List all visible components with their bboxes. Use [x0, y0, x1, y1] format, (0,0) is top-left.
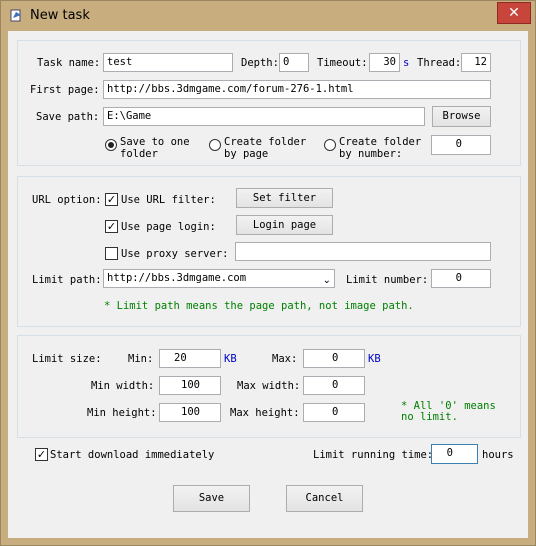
task-name-input[interactable]: test — [103, 53, 233, 72]
max-size-input[interactable]: 0 — [303, 349, 365, 368]
min-size-input[interactable]: 20 — [159, 349, 221, 368]
min-width-input[interactable]: 100 — [159, 376, 221, 395]
limit-size-label: Limit size: — [32, 353, 102, 365]
max-height-input[interactable]: 0 — [303, 403, 365, 422]
title-bar[interactable]: New task ✕ — [1, 1, 535, 31]
task-name-label: Task name: — [37, 57, 101, 69]
max-size-unit: KB — [368, 353, 381, 365]
url-option-label: URL option: — [32, 194, 102, 206]
chevron-down-icon[interactable]: ⌄ — [323, 272, 331, 287]
limit-path-dropdown[interactable]: http://bbs.3dmgame.com ⌄ — [103, 269, 335, 288]
max-width-label: Max width: — [237, 380, 301, 392]
max-size-label: Max: — [272, 353, 298, 365]
folder-number-input[interactable]: 0 — [431, 135, 491, 155]
radio-selected-dot — [108, 142, 114, 148]
min-size-unit: KB — [224, 353, 237, 365]
window-title: New task — [30, 8, 90, 23]
depth-input[interactable]: 0 — [279, 53, 309, 72]
cancel-button[interactable]: Cancel — [286, 485, 363, 512]
limit-running-time-label: Limit running time: — [313, 449, 434, 461]
depth-label: Depth: — [241, 57, 279, 69]
timeout-input[interactable]: 30 — [369, 53, 400, 72]
login-page-button[interactable]: Login page — [236, 215, 333, 235]
hours-label: hours — [482, 449, 514, 461]
min-height-label: Min height: — [87, 407, 157, 419]
use-page-login-checkbox[interactable]: ✓ — [105, 220, 118, 233]
radio-folder-by-number[interactable] — [324, 139, 336, 151]
save-path-label: Save path: — [36, 111, 100, 123]
limit-number-input[interactable]: 0 — [431, 269, 491, 288]
use-proxy-server-checkbox[interactable] — [105, 247, 118, 260]
use-page-login-label: Use page login: — [121, 221, 216, 233]
limit-path-value: http://bbs.3dmgame.com — [107, 272, 247, 284]
limit-running-time-input[interactable]: 0 — [431, 444, 478, 464]
limit-path-note: * Limit path means the page path, not im… — [104, 300, 414, 312]
thread-input[interactable]: 12 — [461, 53, 491, 72]
max-height-label: Max height: — [230, 407, 300, 419]
radio-folder-by-page-line2: by page — [224, 148, 269, 160]
max-width-input[interactable]: 0 — [303, 376, 365, 395]
use-url-filter-label: Use URL filter: — [121, 194, 216, 206]
set-filter-button[interactable]: Set filter — [236, 188, 333, 208]
proxy-server-input[interactable] — [235, 242, 491, 261]
thread-label: Thread: — [417, 57, 462, 69]
min-width-label: Min width: — [91, 380, 155, 392]
start-download-label: Start download immediately — [50, 449, 215, 461]
timeout-unit: s — [403, 57, 410, 69]
dialog-client: Task name: test Depth: 0 Timeout: 30 s T… — [8, 31, 528, 538]
close-button[interactable]: ✕ — [497, 2, 531, 24]
limit-path-label: Limit path: — [32, 274, 102, 286]
radio-folder-by-number-line2: by number: — [339, 148, 403, 160]
radio-folder-by-page[interactable] — [209, 139, 221, 151]
limit-number-label: Limit number: — [346, 274, 429, 286]
first-page-input[interactable]: http://bbs.3dmgame.com/forum-276-1.html — [103, 80, 491, 99]
min-height-input[interactable]: 100 — [159, 403, 221, 422]
save-button[interactable]: Save — [173, 485, 250, 512]
save-path-input[interactable]: E:\Game — [103, 107, 425, 126]
min-size-label: Min: — [128, 353, 154, 365]
start-download-checkbox[interactable]: ✓ — [35, 448, 48, 461]
app-icon — [10, 9, 21, 22]
dialog-window: New task ✕ Task name: test Depth: 0 Time… — [0, 0, 536, 546]
timeout-label: Timeout: — [317, 57, 368, 69]
first-page-label: First page: — [30, 84, 100, 96]
radio-save-one-folder[interactable] — [105, 139, 117, 151]
use-url-filter-checkbox[interactable]: ✓ — [105, 193, 118, 206]
size-note-line2: no limit. — [401, 411, 458, 423]
browse-button[interactable]: Browse — [432, 106, 491, 127]
use-proxy-server-label: Use proxy server: — [121, 248, 229, 260]
radio-save-one-folder-line2: folder — [120, 148, 158, 160]
